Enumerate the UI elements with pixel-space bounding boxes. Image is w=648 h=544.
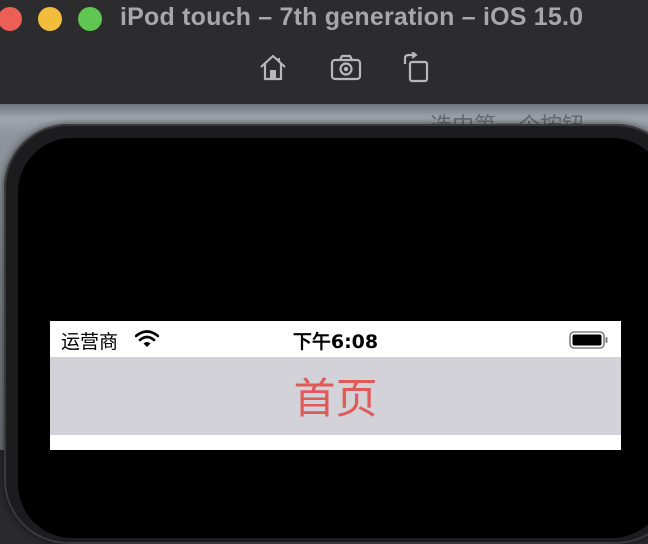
zoom-window-button[interactable] [78, 7, 102, 31]
status-time: 下午6:08 [292, 331, 379, 353]
home-icon [260, 54, 286, 81]
status-bar: 运营商 下午6:08 [50, 321, 621, 357]
camera-icon [330, 54, 362, 81]
navigation-bar: 首页 [50, 357, 621, 435]
nav-title: 首页 [293, 374, 378, 423]
screenshot-button[interactable] [330, 52, 362, 84]
window-title: iPod touch – 7th generation – iOS 15.0 [120, 3, 584, 31]
battery-icon [569, 331, 608, 349]
close-window-button[interactable] [0, 7, 22, 31]
device-screen[interactable]: 运营商 下午6:08 首页 [50, 321, 621, 450]
simulator-titlebar: iPod touch – 7th generation – iOS 15.0 [0, 0, 648, 104]
rotate-button[interactable] [401, 51, 433, 84]
home-button[interactable] [257, 52, 289, 84]
minimize-window-button[interactable] [38, 7, 62, 31]
rotate-icon [403, 51, 429, 83]
